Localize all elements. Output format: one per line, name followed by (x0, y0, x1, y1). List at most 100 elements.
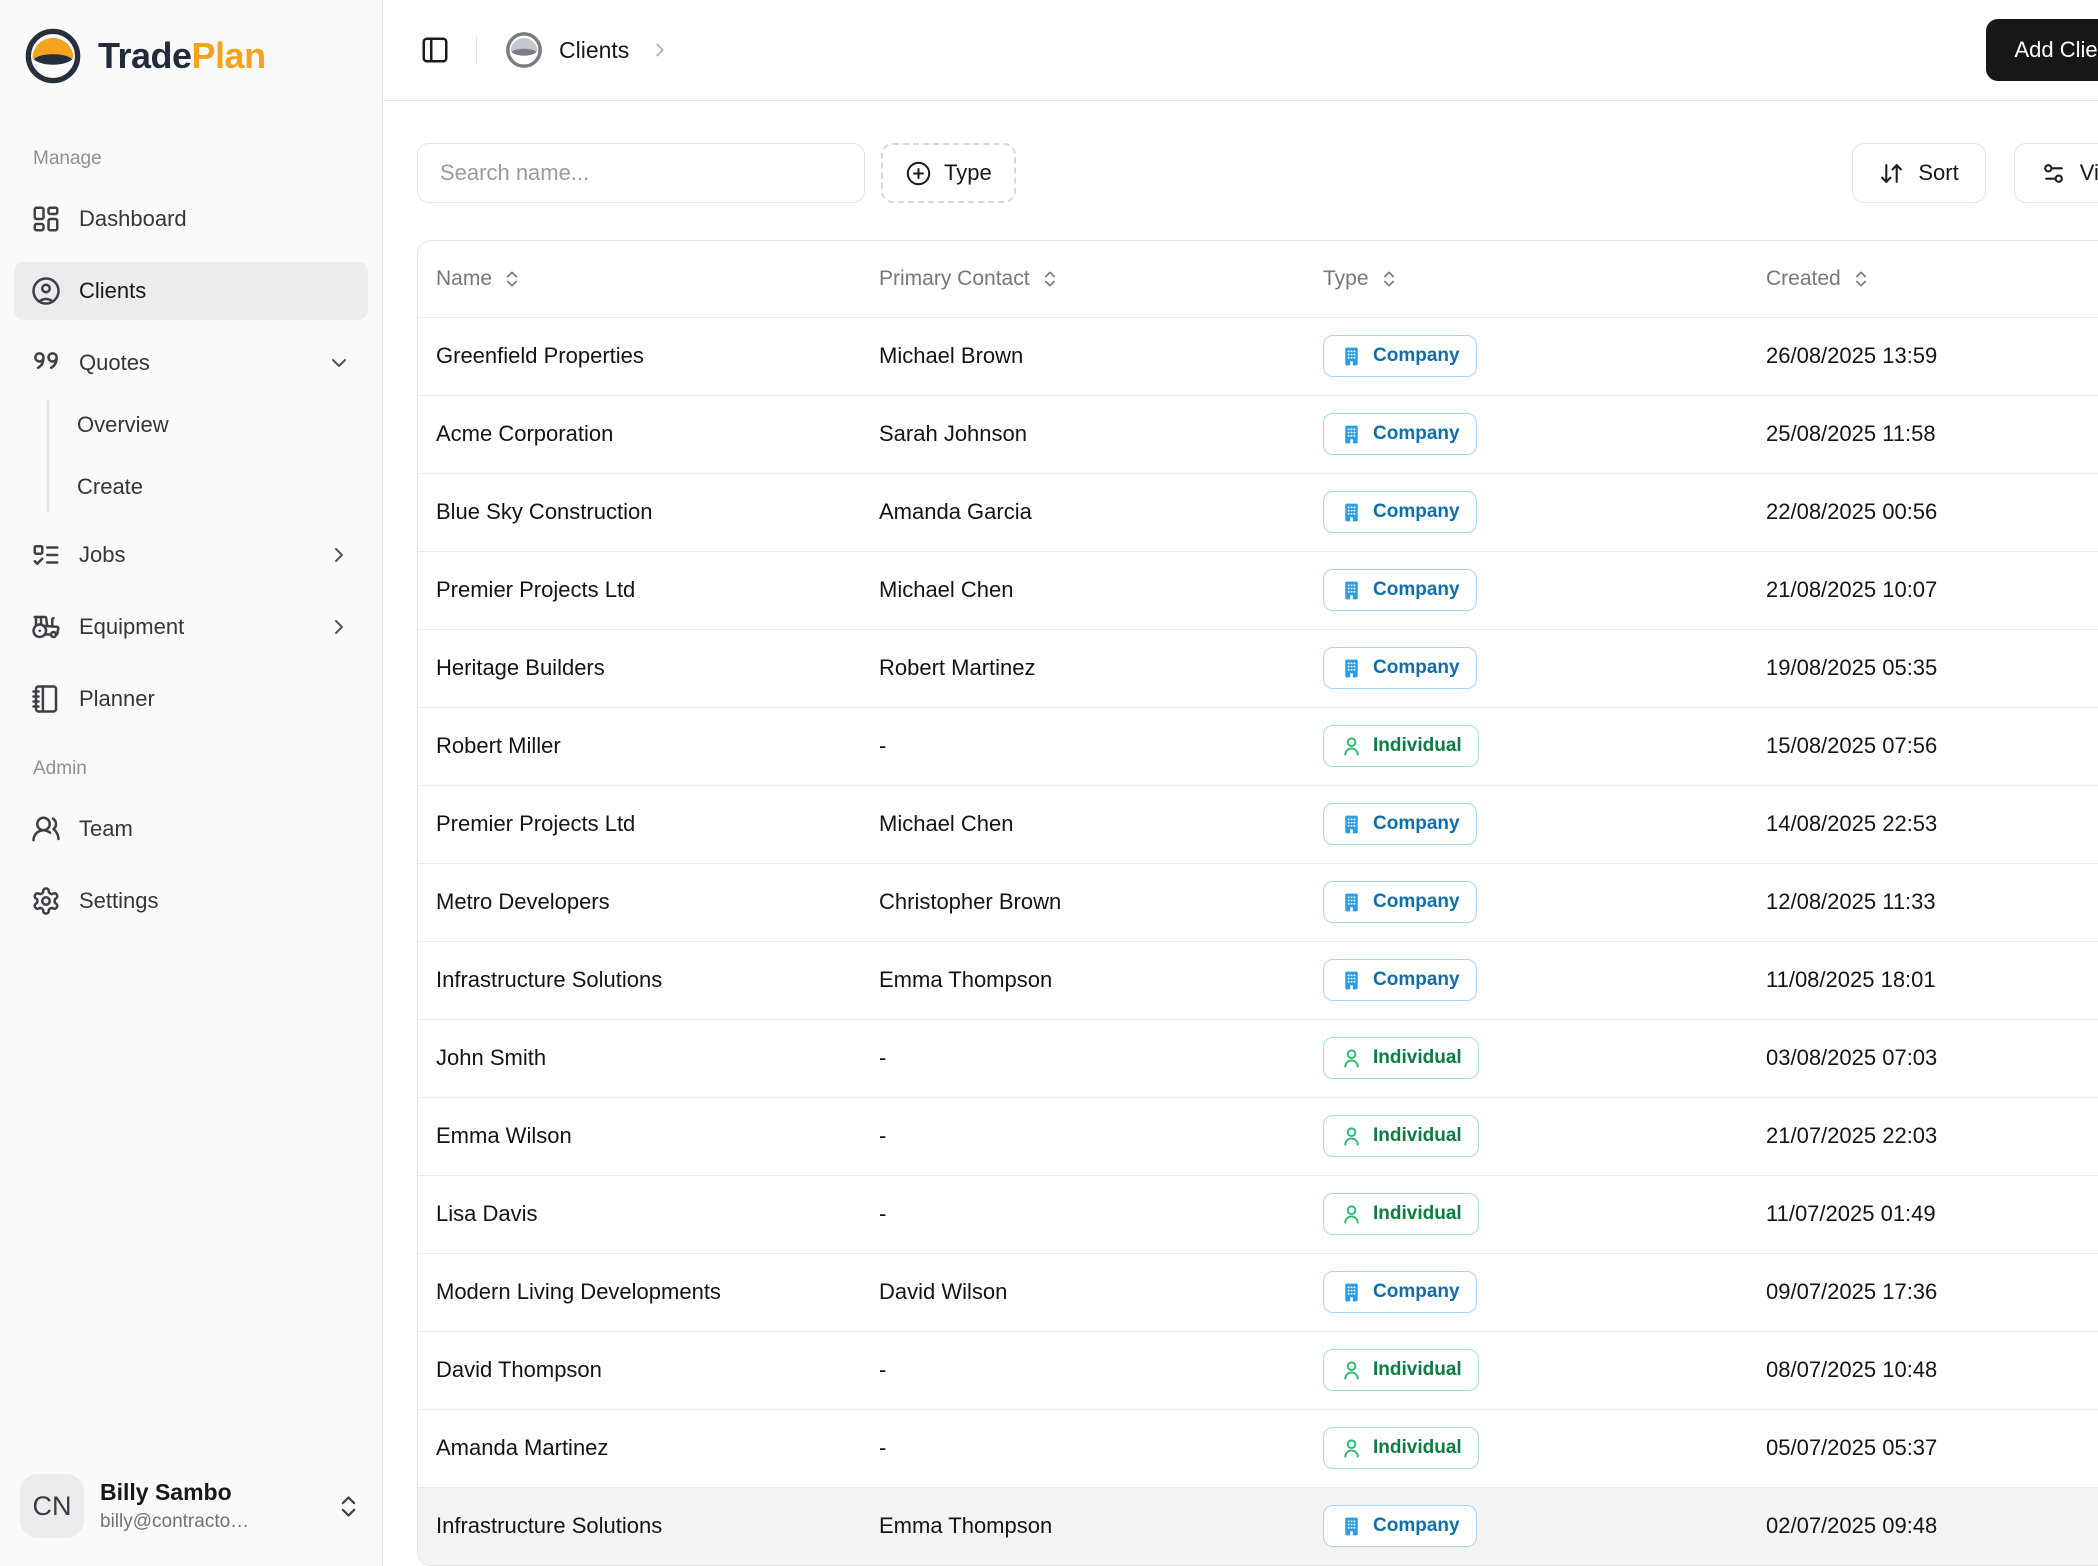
table-row[interactable]: Emma Wilson - Individual 21/07/2025 22:03 (418, 1097, 2098, 1175)
created-cell: 02/07/2025 09:48 (1766, 1513, 1938, 1539)
building-icon (1340, 813, 1363, 836)
quotes-icon (31, 348, 61, 378)
table-row[interactable]: Modern Living Developments David Wilson Co… (418, 1253, 2098, 1331)
type-cell: Company (1323, 1253, 1766, 1331)
primary-contact-cell: - (879, 1045, 887, 1070)
type-cell: Individual (1323, 1331, 1766, 1409)
topbar: Clients Add Client (383, 0, 2098, 101)
table-row[interactable]: Infrastructure Solutions Emma Thompson Com… (418, 1487, 2098, 1565)
chevron-right-icon (649, 39, 671, 61)
type-cell: Company (1323, 317, 1766, 395)
main-area: Clients Add Client Type (383, 0, 2098, 1566)
type-badge-company: Company (1323, 803, 1477, 845)
sort-chevrons-icon[interactable] (1379, 269, 1399, 289)
type-cell: Individual (1323, 1409, 1766, 1487)
table-row[interactable]: Lisa Davis - Individual 11/07/2025 01:49 (418, 1175, 2098, 1253)
type-filter-button[interactable]: Type (881, 143, 1016, 203)
client-name-cell: Amanda Martinez (436, 1435, 609, 1460)
type-badge-label: Company (1373, 1515, 1460, 1537)
primary-contact-cell: Sarah Johnson (879, 421, 1027, 446)
sidebar-item-label: Dashboard (79, 206, 187, 231)
primary-contact-cell: Emma Thompson (879, 967, 1053, 992)
column-label: Primary Contact (879, 266, 1030, 290)
sidebar-item-team[interactable]: Team (14, 800, 368, 858)
sidebar-item-planner[interactable]: Planner (14, 670, 368, 728)
chevron-right-icon[interactable] (327, 615, 351, 639)
type-badge-label: Company (1373, 501, 1460, 522)
type-badge-company: Company (1323, 569, 1477, 611)
chevrons-up-down-icon[interactable] (335, 1493, 362, 1520)
building-icon (1340, 423, 1363, 446)
table-row[interactable]: Robert Miller - Individual 15/08/2025 07:56 (418, 707, 2098, 785)
sidebar-subitem-overview[interactable]: Overview (49, 400, 368, 450)
user-menu[interactable]: CN Billy Sambo billy@contracto… (0, 1456, 382, 1566)
breadcrumb[interactable]: Clients (559, 37, 629, 64)
sidebar-item-equipment[interactable]: Equipment (14, 598, 368, 656)
table-row[interactable]: Metro Developers Christopher Brown Company… (418, 863, 2098, 941)
add-client-button[interactable]: Add Client (1986, 19, 2098, 81)
table-row[interactable]: Greenfield Properties Michael Brown Compan… (418, 317, 2098, 395)
sidebar-subitem-create[interactable]: Create (49, 462, 368, 512)
table-row[interactable]: Acme Corporation Sarah Johnson Company 25/0… (418, 395, 2098, 473)
primary-contact-cell: Robert Martinez (879, 655, 1036, 680)
type-badge-individual: Individual (1323, 1427, 1479, 1469)
table-row[interactable]: Infrastructure Solutions Emma Thompson Com… (418, 941, 2098, 1019)
type-badge-label: Company (1373, 657, 1460, 678)
table-row[interactable]: David Thompson - Individual 08/07/2025 10:4… (418, 1331, 2098, 1409)
chevron-down-icon[interactable] (327, 351, 351, 375)
sidebar-item-jobs[interactable]: Jobs (14, 526, 368, 584)
building-icon (1340, 657, 1363, 680)
building-icon (1340, 1281, 1363, 1304)
client-name-cell: Heritage Builders (436, 655, 605, 680)
created-cell: 22/08/2025 00:56 (1766, 499, 1938, 524)
circle-plus-icon (905, 160, 932, 187)
right-tools: Sort View (1852, 143, 2098, 203)
user-meta: Billy Sambo billy@contracto… (100, 1479, 249, 1533)
clients-table: Name Primary Contact Type Created Greenfiel… (418, 241, 2098, 1565)
table-row[interactable]: Amanda Martinez - Individual 05/07/2025 05:… (418, 1409, 2098, 1487)
chevron-right-icon[interactable] (327, 543, 351, 567)
sort-button[interactable]: Sort (1852, 143, 1986, 203)
table-row[interactable]: John Smith - Individual 03/08/2025 07:03 (418, 1019, 2098, 1097)
person-icon (1340, 1437, 1363, 1460)
table-row[interactable]: Heritage Builders Robert Martinez Company 1… (418, 629, 2098, 707)
table-row[interactable]: Premier Projects Ltd Michael Chen Company 2… (418, 551, 2098, 629)
sort-chevrons-icon[interactable] (502, 269, 522, 289)
building-icon (1340, 579, 1363, 602)
building-icon (1340, 969, 1363, 992)
client-name-cell: Blue Sky Construction (436, 499, 653, 524)
sidebar-toggle-icon[interactable] (420, 35, 450, 65)
sidebar-item-clients[interactable]: Clients (14, 262, 368, 320)
type-badge-label: Individual (1373, 1125, 1462, 1146)
user-email: billy@contracto… (100, 1511, 250, 1532)
primary-contact-cell: Michael Chen (879, 577, 1014, 602)
client-name-cell: Infrastructure Solutions (436, 1513, 663, 1539)
sort-chevrons-icon[interactable] (1040, 269, 1060, 289)
view-button[interactable]: View (2013, 143, 2098, 203)
client-name-cell: John Smith (436, 1045, 547, 1070)
building-icon (1340, 501, 1363, 524)
client-name-cell: Modern Living Developments (436, 1279, 721, 1304)
sidebar-item-dashboard[interactable]: Dashboard (14, 190, 368, 248)
equipment-icon (31, 612, 61, 642)
column-header-primary-contact: Primary Contact (879, 241, 1323, 317)
type-cell: Company (1323, 473, 1766, 551)
column-label: Created (1766, 266, 1841, 290)
primary-contact-cell: - (879, 1123, 887, 1148)
sort-label: Sort (1918, 160, 1959, 185)
table-row[interactable]: Premier Projects Ltd Michael Chen Company 1… (418, 785, 2098, 863)
created-cell: 15/08/2025 07:56 (1766, 733, 1938, 758)
avatar: CN (20, 1474, 84, 1538)
sort-chevrons-icon[interactable] (1851, 269, 1871, 289)
sidebar-item-quotes[interactable]: Quotes (14, 334, 368, 392)
type-badge-label: Individual (1373, 1203, 1462, 1224)
client-name-cell: Lisa Davis (436, 1201, 538, 1226)
client-name-cell: Acme Corporation (436, 421, 614, 446)
type-cell: Individual (1323, 1019, 1766, 1097)
search-input[interactable] (417, 143, 865, 203)
created-cell: 08/07/2025 10:48 (1766, 1357, 1938, 1382)
sidebar-item-settings[interactable]: Settings (14, 872, 368, 930)
primary-contact-cell: David Wilson (879, 1279, 1008, 1304)
jobs-icon (31, 540, 61, 570)
table-row[interactable]: Blue Sky Construction Amanda Garcia Compan… (418, 473, 2098, 551)
